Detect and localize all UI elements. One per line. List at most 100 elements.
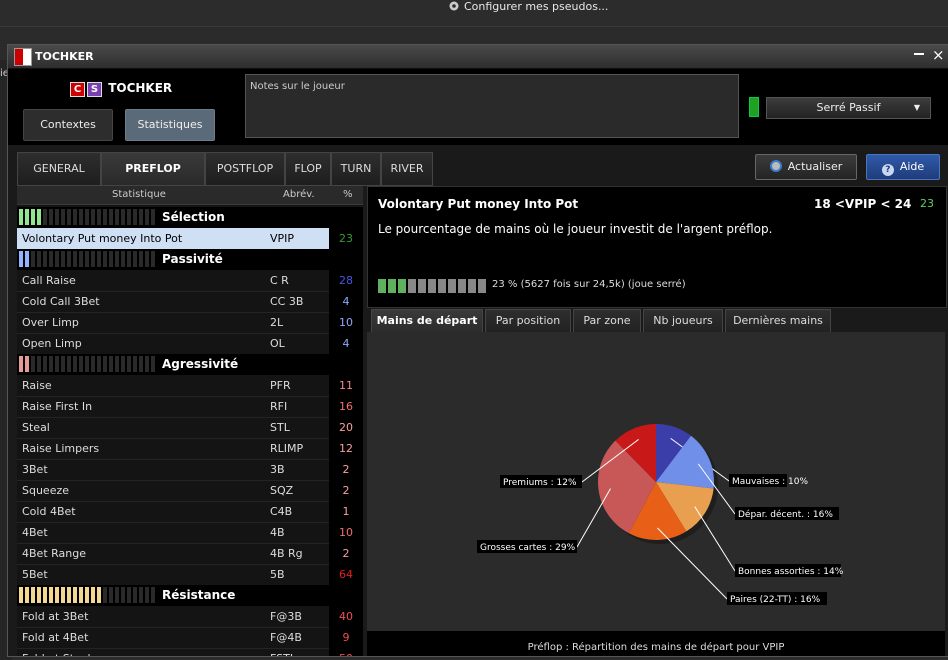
detail-meter [378, 279, 488, 293]
actualiser-button[interactable]: Actualiser [755, 154, 857, 180]
stat-row[interactable]: Over Limp 2L 10 [17, 312, 363, 334]
stat-name: Raise [22, 379, 52, 392]
stat-row[interactable]: 3Bet 3B 2 [17, 459, 363, 481]
stat-row[interactable]: Raise Limpers RLIMP 12 [17, 438, 363, 460]
configure-pseudos-label: Configurer mes pseudos... [464, 0, 609, 13]
stat-abbr: 3B [270, 463, 285, 476]
section-label: Résistance [162, 588, 236, 602]
stat-row[interactable]: Fold at 3Bet F@3B 40 [17, 606, 363, 628]
stat-abbr: STL [270, 421, 290, 434]
tochker-window: TOCHKER × CS TOCHKER Contextes Statistiq… [7, 44, 948, 657]
pie-label: Premiums : 12% [503, 478, 577, 488]
pie-leader-line [657, 527, 728, 600]
stat-abbr: C R [270, 274, 289, 287]
stat-name: Cold Call 3Bet [22, 295, 100, 308]
chart-caption: Préflop : Répartition des mains de dépar… [527, 642, 785, 653]
detail-range: 18 <VPIP < 24 [814, 197, 912, 211]
stat-name: 4Bet [22, 526, 48, 539]
stat-row[interactable]: Cold 4Bet C4B 1 [17, 501, 363, 523]
stat-name: Raise Limpers [22, 442, 100, 455]
stat-row[interactable]: Raise PFR 11 [17, 375, 363, 397]
window-titlebar[interactable]: TOCHKER × [8, 45, 948, 69]
pie-leader-line [694, 506, 736, 572]
aide-button[interactable]: ? Aide [866, 154, 940, 180]
stat-row[interactable]: Volontary Put money Into Pot VPIP 23 [17, 228, 363, 250]
brand-s-badge: S [87, 82, 102, 97]
actualiser-label: Actualiser [787, 160, 843, 173]
stat-pct: 2 [329, 543, 363, 564]
section-label: Passivité [162, 252, 223, 266]
stat-pct: 10 [329, 522, 363, 543]
tab-general[interactable]: GENERAL [17, 152, 101, 186]
pie-label: Dépar. décent. : 16% [738, 509, 833, 520]
stat-abbr: C4B [270, 505, 293, 518]
stat-name: Over Limp [22, 316, 79, 329]
stat-list-header: Statistique Abrév. % [17, 186, 363, 205]
stat-row[interactable]: 4Bet Range 4B Rg 2 [17, 543, 363, 565]
stat-abbr: RFI [270, 400, 288, 413]
section-header: Agressivité [17, 354, 363, 375]
stat-name: Cold 4Bet [22, 505, 76, 518]
stat-row[interactable]: Raise First In RFI 16 [17, 396, 363, 418]
stat-pct: 20 [329, 417, 363, 438]
tab-river[interactable]: RIVER [381, 152, 433, 186]
stat-pct: 2 [329, 459, 363, 480]
stat-pct: 2 [329, 480, 363, 501]
detail-description: Le pourcentage de mains où le joueur inv… [378, 222, 773, 236]
stat-name: Volontary Put money Into Pot [22, 232, 183, 245]
stat-row[interactable]: Steal STL 20 [17, 417, 363, 439]
header-stat: Statistique [112, 189, 166, 200]
stat-list[interactable]: Statistique Abrév. % Sélection Volontary … [17, 186, 363, 656]
stat-row[interactable]: Open Limp OL 4 [17, 333, 363, 355]
stat-abbr: 5B [270, 568, 285, 581]
player-notes-field[interactable]: Notes sur le joueur [245, 74, 739, 138]
stat-row[interactable]: 4Bet 4B 10 [17, 522, 363, 544]
header-abbr: Abrév. [283, 189, 315, 200]
subtab-1[interactable]: Mains de départ [371, 309, 483, 333]
header: CS TOCHKER Contextes Statistiques Notes … [8, 69, 948, 145]
stat-row[interactable]: Squeeze SQZ 2 [17, 480, 363, 502]
stat-pct: 4 [329, 291, 363, 312]
tab-flop[interactable]: FLOP [285, 152, 331, 186]
section-header: Passivité [17, 249, 363, 270]
stat-name: Call Raise [22, 274, 76, 287]
tab-turn[interactable]: TURN [331, 152, 381, 186]
stat-pct: 28 [329, 270, 363, 291]
statistiques-button[interactable]: Statistiques [125, 109, 215, 141]
subtab-4[interactable]: Nb joueurs [643, 309, 723, 333]
section-header: Résistance [17, 585, 363, 606]
subtab-5[interactable]: Dernières mains [725, 309, 831, 333]
top-bar: Configurer mes pseudos... [0, 0, 948, 27]
stat-row[interactable]: Fold at 4Bet F@4B 9 [17, 627, 363, 649]
stat-row[interactable]: Cold Call 3Bet CC 3B 4 [17, 291, 363, 313]
subtab-3[interactable]: Par zone [573, 309, 641, 333]
header-pct: % [343, 189, 353, 200]
refresh-icon [769, 160, 782, 172]
stat-pct: 9 [329, 627, 363, 648]
detail-stat-text: 23 % (5627 fois sur 24,5k) (joue serré) [492, 279, 686, 290]
help-icon: ? [881, 164, 894, 176]
pie-label: Mauvaises : 10% [732, 477, 808, 487]
stat-row[interactable]: Call Raise C R 28 [17, 270, 363, 292]
chart-area: Mauvaises : 10% Dépar. décent. : 16% Bonne… [367, 332, 945, 632]
section-label: Sélection [162, 210, 225, 224]
section-meter [19, 209, 157, 225]
minimize-icon[interactable] [914, 53, 924, 55]
stat-abbr: VPIP [270, 232, 295, 245]
configure-pseudos-link[interactable]: Configurer mes pseudos... [448, 0, 608, 14]
stat-row[interactable]: 5Bet 5B 64 [17, 564, 363, 586]
stat-abbr: F@4B [270, 631, 302, 644]
contextes-button[interactable]: Contextes [23, 109, 113, 141]
close-icon[interactable]: × [932, 46, 945, 64]
brand-name: TOCHKER [108, 81, 173, 95]
window-title: TOCHKER [35, 50, 94, 63]
stat-abbr: 2L [270, 316, 284, 329]
stat-name: Squeeze [22, 484, 70, 497]
subtab-2[interactable]: Par position [485, 309, 571, 333]
tab-preflop[interactable]: PREFLOP [101, 152, 205, 186]
tab-postflop[interactable]: POSTFLOP [205, 152, 285, 186]
stat-pct: 4 [329, 333, 363, 354]
player-profile-dropdown[interactable]: Serré Passif ▼ [766, 97, 931, 119]
section-header: Sélection [17, 207, 363, 228]
stat-abbr: PFR [270, 379, 291, 392]
